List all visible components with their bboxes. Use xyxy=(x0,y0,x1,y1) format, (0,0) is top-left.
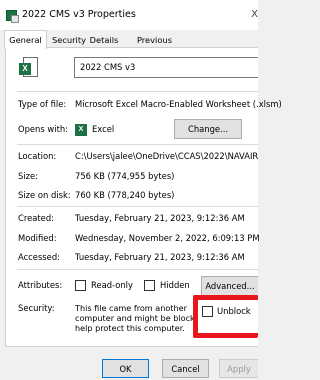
modified-value: Wednesday, November 2, 2022, 6:09:13 PM xyxy=(75,233,260,243)
size-on-disk-value: 760 KB (778,240 bytes) xyxy=(75,190,175,200)
tab-general[interactable]: General xyxy=(4,30,47,49)
modified-label: Modified: xyxy=(18,233,57,243)
size-value: 756 KB (774,955 bytes) xyxy=(75,171,175,181)
hidden-checkbox[interactable] xyxy=(144,280,155,291)
read-only-label[interactable]: Read-only xyxy=(91,280,133,290)
file-name-field[interactable]: 2022 CMS v3 xyxy=(74,57,258,78)
hidden-label[interactable]: Hidden xyxy=(160,280,190,290)
close-icon[interactable]: X xyxy=(251,9,258,20)
accessed-label: Accessed: xyxy=(18,252,60,262)
read-only-checkbox[interactable] xyxy=(75,280,86,291)
type-of-file-value: Microsoft Excel Macro-Enabled Worksheet … xyxy=(75,99,282,109)
change-button[interactable]: Change... xyxy=(174,119,242,139)
attributes-label: Attributes: xyxy=(18,280,63,290)
opens-with-label: Opens with: xyxy=(18,124,68,134)
type-of-file-label: Type of file: xyxy=(18,99,67,109)
excel-app-icon: X xyxy=(75,124,87,136)
advanced-button[interactable]: Advanced... xyxy=(201,276,258,296)
location-value: C:\Users\jalee\OneDrive\CCAS\2022\NAVAIR xyxy=(75,151,259,161)
excel-file-icon: X xyxy=(19,57,38,79)
window-title: 2022 CMS v3 Properties xyxy=(22,9,136,20)
created-value: Tuesday, February 21, 2023, 9:12:36 AM xyxy=(75,213,245,223)
divider xyxy=(17,144,258,145)
unblock-checkbox[interactable] xyxy=(202,306,213,317)
title-bar: 2022 CMS v3 Properties X xyxy=(0,0,258,30)
created-label: Created: xyxy=(18,213,54,223)
ok-button[interactable]: OK xyxy=(102,359,149,378)
divider xyxy=(17,269,258,270)
accessed-value: Tuesday, February 21, 2023, 9:12:36 AM xyxy=(75,252,245,262)
divider xyxy=(17,91,258,92)
cancel-button[interactable]: Cancel xyxy=(162,359,209,378)
size-label: Size: xyxy=(18,171,39,181)
divider xyxy=(17,206,258,207)
size-on-disk-label: Size on disk: xyxy=(18,190,71,200)
tab-details[interactable]: Details xyxy=(88,33,120,48)
opens-with-value: Excel xyxy=(92,124,115,134)
unblock-label[interactable]: Unblock xyxy=(217,306,251,316)
apply-button[interactable]: Apply xyxy=(219,359,258,378)
properties-file-icon xyxy=(6,10,19,23)
tab-security[interactable]: Security xyxy=(49,33,89,48)
excel-badge-icon: X xyxy=(19,63,31,75)
location-label: Location: xyxy=(18,151,57,161)
security-label: Security: xyxy=(18,303,55,313)
tab-previous-versions[interactable]: Previous Versions xyxy=(121,33,188,55)
tab-strip: General Security Details Previous Versio… xyxy=(0,30,258,55)
